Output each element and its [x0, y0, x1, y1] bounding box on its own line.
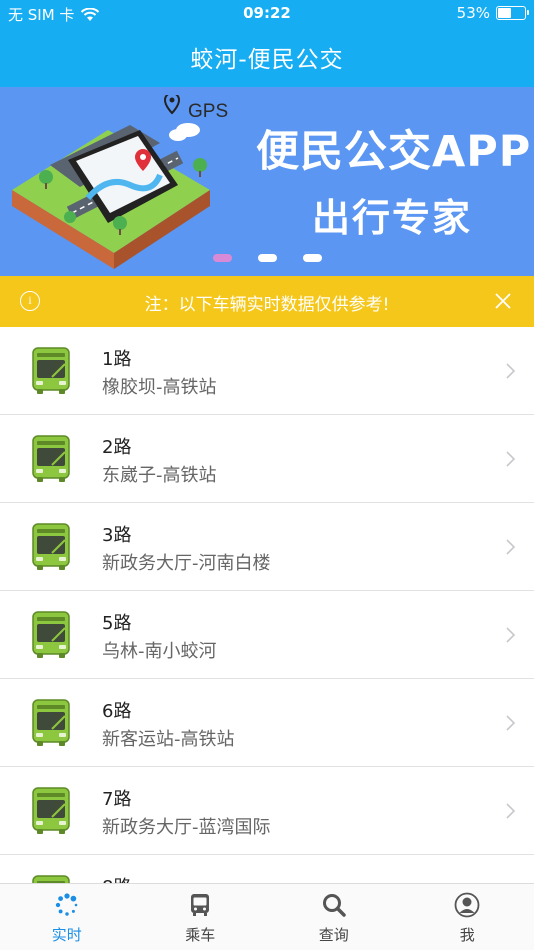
- route-stops: 新政务大厅-河南白楼: [102, 553, 271, 574]
- banner-headline: 便民公交APP: [256, 127, 532, 177]
- route-stops: 新客运站-高铁站: [102, 729, 235, 750]
- chevron-right-icon: [506, 539, 516, 555]
- chevron-right-icon: [506, 627, 516, 643]
- chevron-right-icon: [506, 451, 516, 467]
- banner-carousel[interactable]: GPS 便民公交APP 出行专家: [0, 87, 534, 276]
- tab-me[interactable]: 我: [401, 884, 534, 950]
- status-time: 09:22: [243, 4, 291, 22]
- route-row[interactable]: 7路新政务大厅-蓝湾国际: [0, 767, 534, 855]
- carousel-dot[interactable]: [212, 254, 232, 262]
- battery-percent: 53%: [456, 4, 490, 22]
- gps-label: GPS: [188, 101, 229, 122]
- chevron-right-icon: [506, 803, 516, 819]
- bus-icon: [32, 435, 70, 483]
- battery-fill: [498, 8, 511, 18]
- bus-icon: [32, 611, 70, 659]
- route-list[interactable]: 1路 橡胶坝-高铁站 2路 东崴子-高铁站 3路 新政务大厅-河南白楼 5路 乌林-南小蛟河 6…: [0, 327, 534, 883]
- route-name: 8路: [102, 873, 131, 883]
- status-bar: 无 SIM 卡 09:22 53%: [0, 0, 534, 28]
- tab-label: 查询: [318, 926, 349, 944]
- bus-icon: [32, 347, 70, 395]
- route-name: 1路: [102, 349, 132, 370]
- route-row[interactable]: 5路乌林-南小蛟河: [0, 591, 534, 679]
- tab-ride[interactable]: 乘车: [134, 884, 268, 950]
- bus-icon: [32, 699, 70, 747]
- battery-icon: [496, 6, 529, 20]
- bus-icon: [32, 875, 70, 883]
- chevron-right-icon: [506, 715, 516, 731]
- route-name: 6路: [102, 701, 132, 722]
- bus-icon: [32, 787, 70, 835]
- route-stops: 橡胶坝-高铁站: [102, 377, 217, 398]
- top-bar: 无 SIM 卡 09:22 53% 蛟河-便民公交: [0, 0, 534, 87]
- route-name: 2路: [102, 437, 132, 458]
- route-row[interactable]: 8路: [0, 855, 534, 883]
- route-name: 5路: [102, 613, 132, 634]
- bus-icon: [32, 523, 70, 571]
- route-row[interactable]: 6路新客运站-高铁站: [0, 679, 534, 767]
- route-stops: 东崴子-高铁站: [102, 465, 217, 486]
- carousel-dots: [0, 254, 534, 262]
- search-icon: [321, 892, 347, 918]
- bus-icon: [187, 892, 213, 918]
- banner-subline: 出行专家: [312, 196, 473, 240]
- close-icon[interactable]: [494, 292, 512, 310]
- tab-label: 乘车: [185, 926, 216, 944]
- carousel-dot[interactable]: [302, 254, 322, 262]
- route-name: 3路: [102, 525, 132, 546]
- route-stops: 乌林-南小蛟河: [102, 641, 217, 662]
- tab-label: 我: [459, 926, 475, 944]
- notice-text: 注：以下车辆实时数据仅供参考!: [144, 295, 390, 315]
- chevron-right-icon: [506, 363, 516, 379]
- tab-query[interactable]: 查询: [267, 884, 401, 950]
- route-row[interactable]: 2路东崴子-高铁站: [0, 415, 534, 503]
- notice-bar: i 注：以下车辆实时数据仅供参考!: [0, 276, 534, 327]
- map-illustration-icon: [12, 95, 210, 269]
- page-title: 蛟河-便民公交: [190, 47, 344, 73]
- battery-info: 53%: [456, 4, 529, 22]
- route-name: 7路: [102, 789, 132, 810]
- route-row[interactable]: 3路新政务大厅-河南白楼: [0, 503, 534, 591]
- tab-label: 实时: [51, 926, 82, 944]
- user-icon: [454, 892, 480, 918]
- carousel-dot[interactable]: [257, 254, 277, 262]
- tab-bar: 实时 乘车 查询 我: [0, 883, 534, 950]
- route-row[interactable]: 1路橡胶坝-高铁站: [0, 327, 534, 415]
- tab-realtime[interactable]: 实时: [0, 884, 134, 950]
- route-stops: 新政务大厅-蓝湾国际: [102, 817, 271, 838]
- realtime-spinner-icon: [54, 892, 80, 918]
